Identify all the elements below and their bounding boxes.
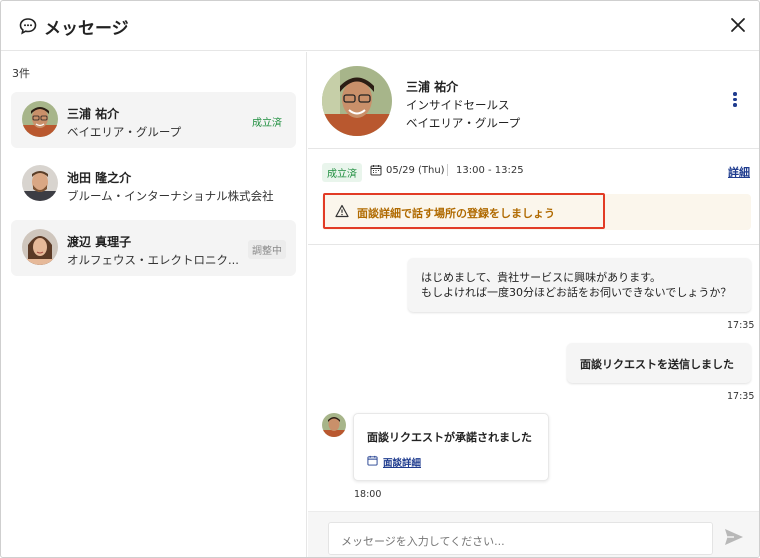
message-text: はじめまして、貴社サービスに興味があります。 もしよければ一度30分ほどお話をお… [421, 270, 731, 300]
more-options-icon[interactable] [730, 92, 740, 110]
contact-avatar [322, 66, 392, 136]
send-icon[interactable] [723, 526, 745, 548]
dialog-title: メッセージ [44, 19, 129, 39]
contact-name: 三浦 祐介 [67, 107, 120, 121]
sender-avatar [322, 413, 346, 437]
message-line: はじめまして、貴社サービスに興味があります。 [421, 271, 662, 284]
message-text: 面談リクエストが承諾されました [367, 431, 532, 444]
contact-company: オルフェウス・エレクトロニク... [67, 253, 239, 267]
contact-company: ブルーム・インターナショナル株式会社 [67, 189, 274, 203]
conversation-item-miura[interactable]: 三浦 祐介 ベイエリア・グループ 成立済 [11, 92, 296, 148]
profile-company: ベイエリア・グループ [406, 116, 521, 130]
profile-name: 三浦 祐介 [406, 80, 459, 94]
contact-company: ベイエリア・グループ [67, 125, 182, 139]
avatar [22, 165, 58, 201]
avatar [22, 229, 58, 265]
warning-icon [335, 204, 349, 218]
profile-title: インサイドセールス [406, 98, 510, 112]
contact-profile: 三浦 祐介 インサイドセールス ベイエリア・グループ [308, 52, 759, 149]
status-badge: 調整中 [248, 240, 286, 259]
calendar-icon [367, 455, 378, 466]
message-composer [308, 511, 759, 557]
avatar [22, 101, 58, 137]
message-timestamp: 17:35 [727, 320, 755, 331]
message-timestamp: 18:00 [354, 489, 382, 500]
status-badge: 成立済 [252, 118, 282, 129]
conversation-item-watanabe[interactable]: 渡辺 真理子 オルフェウス・エレクトロニク... 調整中 [11, 220, 296, 276]
message-text: 面談リクエストを送信しました [580, 358, 734, 371]
messages-dialog: メッセージ 3件 三浦 祐介 ベイエリア・グループ 成立済 池田 隆之介 ブルー… [0, 0, 760, 558]
message-input[interactable] [328, 522, 713, 555]
conversation-item-ikeda[interactable]: 池田 隆之介 ブルーム・インターナショナル株式会社 [11, 156, 296, 212]
conversation-list: 3件 三浦 祐介 ベイエリア・グループ 成立済 池田 隆之介 ブルーム・インター… [1, 52, 307, 557]
outgoing-message: 面談リクエストを送信しました [567, 343, 751, 383]
calendar-icon [370, 165, 382, 176]
meeting-detail-link[interactable]: 面談詳細 [383, 455, 421, 469]
divider [447, 164, 448, 176]
close-icon[interactable] [728, 15, 748, 35]
conversation-count: 3件 [12, 67, 30, 80]
meeting-info: 成立済 05/29 (Thu) 13:00 - 13:25 詳細 面談詳細で話す… [308, 150, 759, 245]
meeting-date: 05/29 (Thu) [386, 165, 445, 176]
conversation-panel: 三浦 祐介 インサイドセールス ベイエリア・グループ 成立済 05/29 (Th… [308, 52, 759, 557]
contact-name: 渡辺 真理子 [67, 235, 132, 249]
incoming-message: 面談リクエストが承諾されました 面談詳細 [353, 413, 549, 481]
outgoing-message: はじめまして、貴社サービスに興味があります。 もしよければ一度30分ほどお話をお… [408, 258, 751, 312]
message-line: もしよければ一度30分ほどお話をお伺いできないでしょうか？ [421, 286, 732, 299]
meeting-time: 13:00 - 13:25 [456, 165, 524, 176]
chat-bubble-icon [19, 18, 37, 35]
dialog-header: メッセージ [1, 1, 759, 51]
message-timestamp: 17:35 [727, 391, 755, 402]
warning-text: 面談詳細で話す場所の登録をしましょう [357, 207, 555, 220]
meeting-detail-link[interactable]: 詳細 [728, 164, 750, 180]
contact-name: 池田 隆之介 [67, 171, 132, 185]
location-warning-banner[interactable]: 面談詳細で話す場所の登録をしましょう [323, 193, 605, 229]
meeting-status-badge: 成立済 [322, 163, 362, 182]
